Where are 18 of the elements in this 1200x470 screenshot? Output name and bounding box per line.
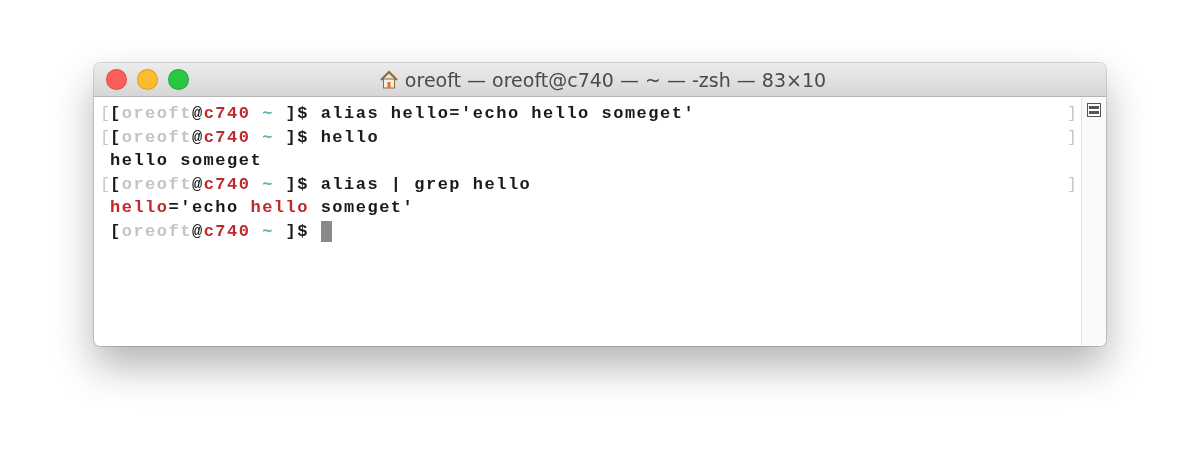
mark-bracket: ]	[1066, 127, 1077, 147]
zoom-button[interactable]	[168, 69, 189, 90]
close-button[interactable]	[106, 69, 127, 90]
mark-bracket: [	[100, 127, 110, 147]
terminal-line: hello someget	[110, 151, 263, 171]
mark-bracket: ]	[1066, 104, 1077, 124]
window-title: oreoft — oreoft@c740 — ~ — -zsh — 83×10	[404, 68, 827, 91]
mark-bracket: [	[100, 174, 110, 194]
terminal-line: hello='echo hello someget'	[110, 198, 415, 218]
house-icon	[378, 70, 399, 89]
mark-bracket: [	[100, 104, 110, 124]
mark-bracket: ]	[1066, 174, 1077, 194]
terminal-line: [oreoft@c740 ~ ]$ alias | grep hello	[110, 174, 532, 194]
terminal-line: [oreoft@c740 ~ ]$	[110, 221, 310, 241]
terminal-line: [oreoft@c740 ~ ]$ hello	[110, 127, 380, 147]
minimize-button[interactable]	[137, 69, 158, 90]
split-pane-icon[interactable]	[1087, 103, 1101, 117]
terminal-line: [oreoft@c740 ~ ]$ alias hello='echo hello someget'	[110, 104, 696, 124]
